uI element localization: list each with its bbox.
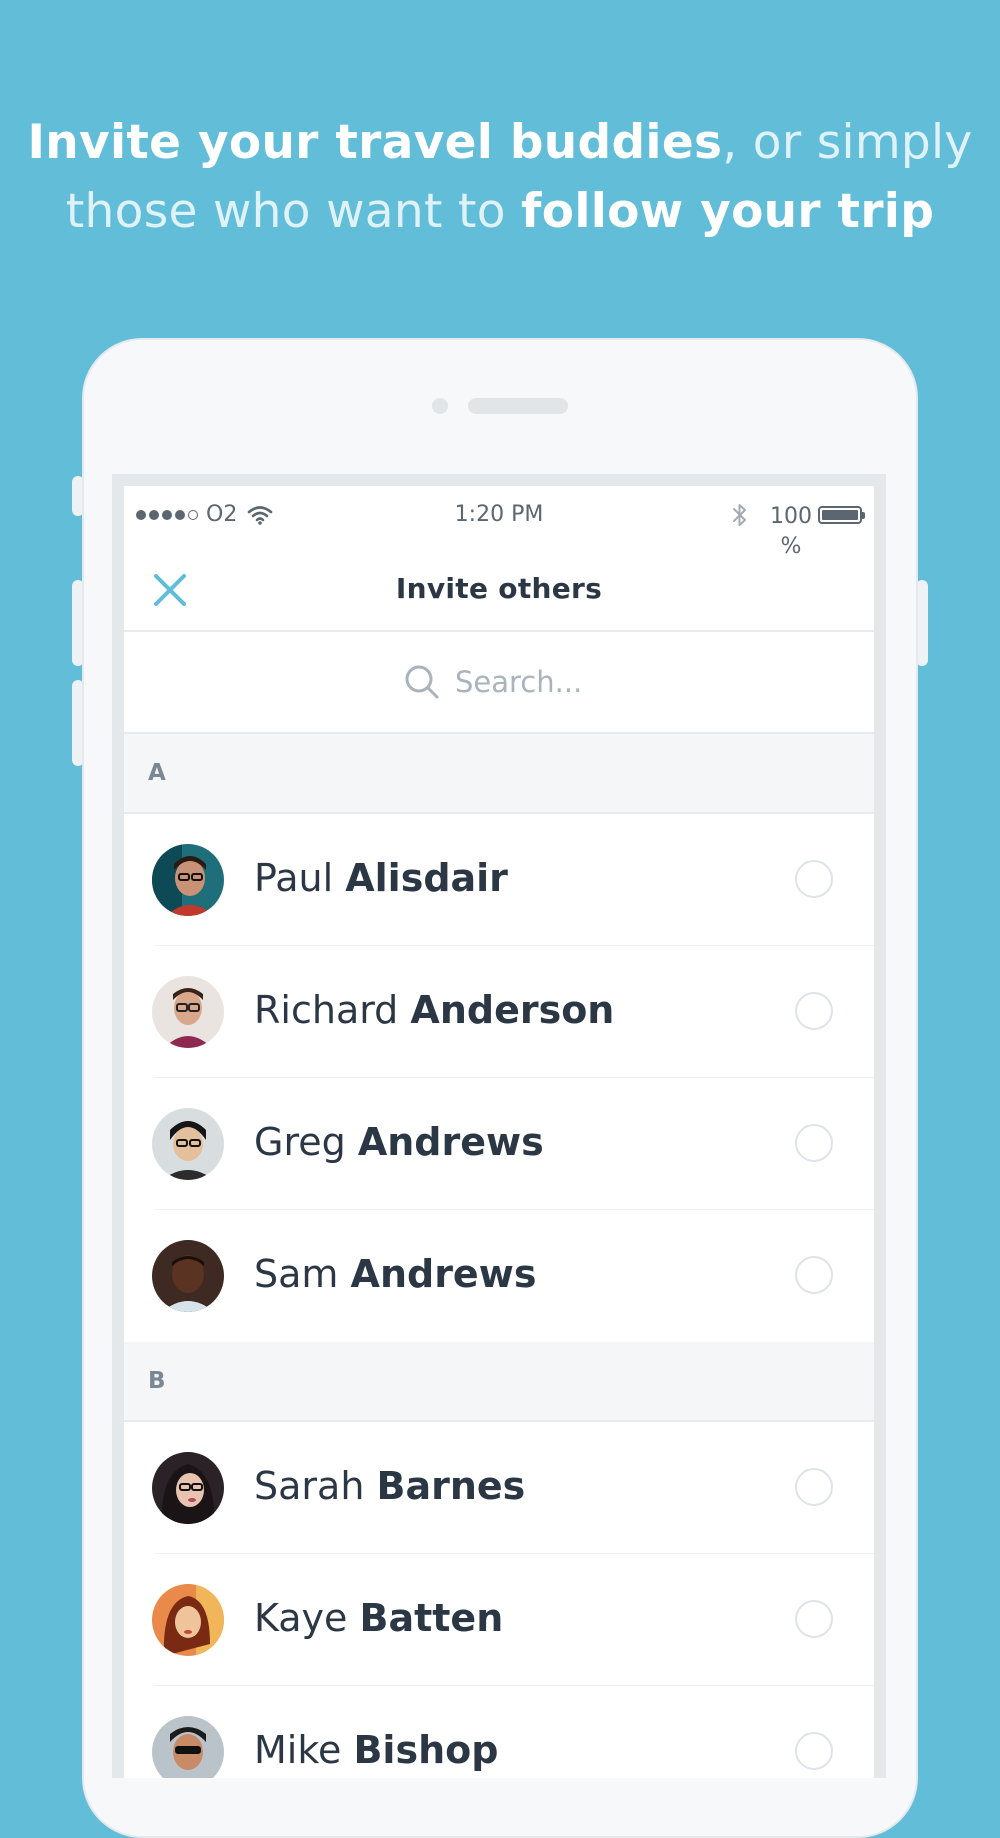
headline-line-2: those who want to follow your trip: [0, 177, 1000, 246]
headline-light-2: those who want to: [65, 184, 521, 239]
contact-row-sarah-barnes[interactable]: Sarah Barnes: [124, 1422, 874, 1554]
contact-last-name: Andrews: [350, 1252, 537, 1296]
navigation-bar: Invite others: [124, 554, 874, 632]
battery-percentage-text: 100 %: [770, 504, 812, 559]
section-header-a: A: [124, 734, 874, 814]
contact-name: Sam Andrews: [254, 1252, 536, 1296]
contact-name: Sarah Barnes: [254, 1464, 525, 1508]
contact-first-name: Richard: [254, 988, 399, 1032]
contact-last-name: Barnes: [376, 1464, 526, 1508]
contact-first-name: Mike: [254, 1728, 342, 1772]
contact-first-name: Greg: [254, 1120, 346, 1164]
phone-speaker: [468, 398, 568, 414]
battery-icon: [818, 506, 865, 524]
search-bar: [124, 632, 874, 734]
status-right: 100 %: [732, 502, 865, 562]
contact-last-name: Anderson: [410, 988, 615, 1032]
avatar: [152, 976, 224, 1048]
headline-bold-1: Invite your travel buddies: [27, 115, 723, 170]
avatar: [152, 844, 224, 916]
contact-first-name: Sarah: [254, 1464, 365, 1508]
marketing-headline: Invite your travel buddies, or simply th…: [0, 108, 1000, 246]
phone-camera: [432, 398, 448, 414]
page-title: Invite others: [395, 572, 603, 605]
select-radio[interactable]: [795, 1256, 833, 1294]
headline-bold-2: follow your trip: [521, 184, 935, 239]
contact-name: Mike Bishop: [254, 1728, 498, 1772]
battery-fill: [822, 510, 858, 520]
select-radio[interactable]: [795, 1732, 833, 1770]
avatar: [152, 1452, 224, 1524]
avatar: [152, 1716, 224, 1778]
contact-name: Paul Alisdair: [254, 856, 508, 900]
contact-first-name: Kaye: [254, 1596, 348, 1640]
contact-last-name: Batten: [359, 1596, 504, 1640]
headline-line-1: Invite your travel buddies, or simply: [0, 108, 1000, 177]
contact-row-richard-anderson[interactable]: Richard Anderson: [124, 946, 874, 1078]
contact-name: Greg Andrews: [254, 1120, 544, 1164]
contact-name: Kaye Batten: [254, 1596, 503, 1640]
contact-row-mike-bishop[interactable]: Mike Bishop: [124, 1686, 874, 1778]
contact-name: Richard Anderson: [254, 988, 614, 1032]
avatar: [152, 1108, 224, 1180]
contact-row-kaye-batten[interactable]: Kaye Batten: [124, 1554, 874, 1686]
search-icon: [405, 665, 439, 699]
contact-first-name: Sam: [254, 1252, 339, 1296]
contact-last-name: Andrews: [357, 1120, 544, 1164]
contact-last-name: Alisdair: [345, 856, 508, 900]
phone-screen: O2 1:20 PM 100 % Invite others Search...…: [112, 474, 886, 1778]
contact-last-name: Bishop: [353, 1728, 499, 1772]
avatar: [152, 1240, 224, 1312]
search-field[interactable]: [403, 663, 595, 701]
select-radio[interactable]: [795, 1600, 833, 1638]
bluetooth-icon: [733, 504, 746, 526]
select-radio[interactable]: [795, 1468, 833, 1506]
contact-row-greg-andrews[interactable]: Greg Andrews: [124, 1078, 874, 1210]
headline-light-1: , or simply: [722, 115, 973, 170]
status-bar: O2 1:20 PM 100 %: [124, 486, 874, 559]
select-radio[interactable]: [795, 860, 833, 898]
contact-row-paul-alisdair[interactable]: Paul Alisdair: [124, 814, 874, 946]
contact-first-name: Paul: [254, 856, 334, 900]
contact-row-sam-andrews[interactable]: Sam Andrews: [124, 1210, 874, 1342]
section-header-b: B: [124, 1342, 874, 1422]
battery-percentage: 100 %: [770, 502, 812, 562]
search-input[interactable]: [455, 665, 595, 699]
select-radio[interactable]: [795, 1124, 833, 1162]
avatar: [152, 1584, 224, 1656]
select-radio[interactable]: [795, 992, 833, 1030]
